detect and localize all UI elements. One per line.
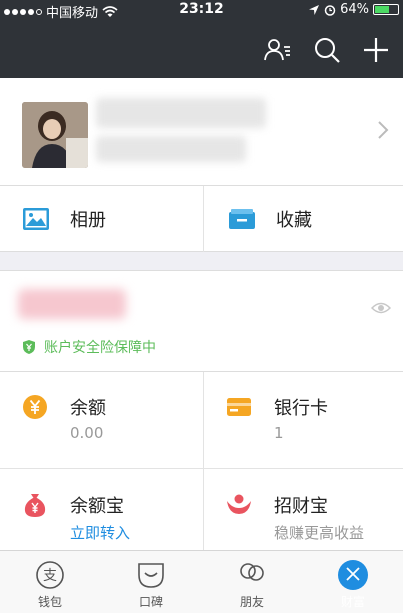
wallet-icon: 支 <box>36 561 64 589</box>
money-bag-icon <box>24 494 46 517</box>
bank-card-item[interactable]: 银行卡 1 <box>204 372 403 462</box>
tab-friends[interactable]: 朋友 <box>202 551 302 613</box>
status-bar: 中国移动 23:12 64% <box>0 0 403 21</box>
album-label: 相册 <box>70 209 106 231</box>
chevron-right-icon <box>378 121 389 139</box>
zhaocaibao-title: 招财宝 <box>274 496 328 517</box>
tab-wallet-label: 钱包 <box>37 595 62 609</box>
search-icon[interactable] <box>313 36 341 64</box>
svg-text:支: 支 <box>43 568 57 584</box>
favorites-icon <box>229 208 255 229</box>
album-button[interactable]: 相册 <box>22 186 202 251</box>
profile-card[interactable] <box>0 78 403 186</box>
tab-wallet[interactable]: 支 钱包 <box>0 551 100 613</box>
quick-row: 相册 收藏 <box>0 186 403 252</box>
bank-card-count: 1 <box>274 424 284 442</box>
tab-friends-label: 朋友 <box>239 595 264 609</box>
bottom-tab-bar: 支 钱包 口碑 朋友 财富 <box>0 550 403 613</box>
photo-icon <box>23 207 49 230</box>
balance-value: 0.00 <box>70 424 104 442</box>
avatar[interactable] <box>22 102 88 168</box>
security-text: 账户安全险保障中 <box>44 340 156 356</box>
contacts-icon[interactable] <box>263 36 291 64</box>
bank-card-title: 银行卡 <box>274 398 328 419</box>
bank-card-icon <box>227 398 251 416</box>
battery-icon <box>373 4 399 15</box>
security-status[interactable]: 账户安全险保障中 <box>22 337 156 357</box>
tab-koubei[interactable]: 口碑 <box>101 551 201 613</box>
favorites-label: 收藏 <box>276 209 312 231</box>
zhaocaibao-subtitle: 稳赚更高收益 <box>274 524 365 542</box>
alarm-icon <box>324 4 336 16</box>
balance-item[interactable]: 余额 0.00 <box>0 372 202 462</box>
yuebao-title: 余额宝 <box>70 496 124 517</box>
account-id-blurred <box>96 136 246 162</box>
add-icon[interactable] <box>362 36 390 64</box>
wallet-summary[interactable]: 账户安全险保障中 <box>0 270 403 372</box>
status-right: 64% <box>308 2 399 17</box>
avatar-image <box>22 102 88 168</box>
favorites-button[interactable]: 收藏 <box>228 186 398 251</box>
wealth-icon <box>338 560 368 590</box>
yuan-coin-icon <box>23 395 47 419</box>
zhaocaibao-item[interactable]: 招财宝 稳赚更高收益 <box>204 470 403 560</box>
top-nav-bar <box>0 20 403 78</box>
tab-wealth-label: 财富 <box>340 595 365 609</box>
tab-wealth[interactable]: 财富 <box>303 551 403 613</box>
friends-icon <box>240 563 264 581</box>
shield-icon <box>23 340 35 354</box>
balance-blurred <box>18 289 126 319</box>
koubei-icon <box>138 563 164 588</box>
divider <box>203 186 204 252</box>
yuebao-item[interactable]: 余额宝 立即转入 <box>0 470 202 560</box>
asset-grid: 余额 0.00 银行卡 1 余额宝 立即转入 招财宝 稳赚更高收益 <box>0 372 403 550</box>
eye-icon[interactable] <box>371 301 391 315</box>
tab-koubei-label: 口碑 <box>138 595 163 609</box>
username-blurred <box>96 98 266 128</box>
divider <box>0 468 403 469</box>
balance-title: 余额 <box>70 398 106 419</box>
location-icon <box>309 4 320 15</box>
transfer-in-link[interactable]: 立即转入 <box>70 522 130 543</box>
zhaocaibao-icon <box>227 494 251 514</box>
battery-percent: 64% <box>340 2 369 17</box>
